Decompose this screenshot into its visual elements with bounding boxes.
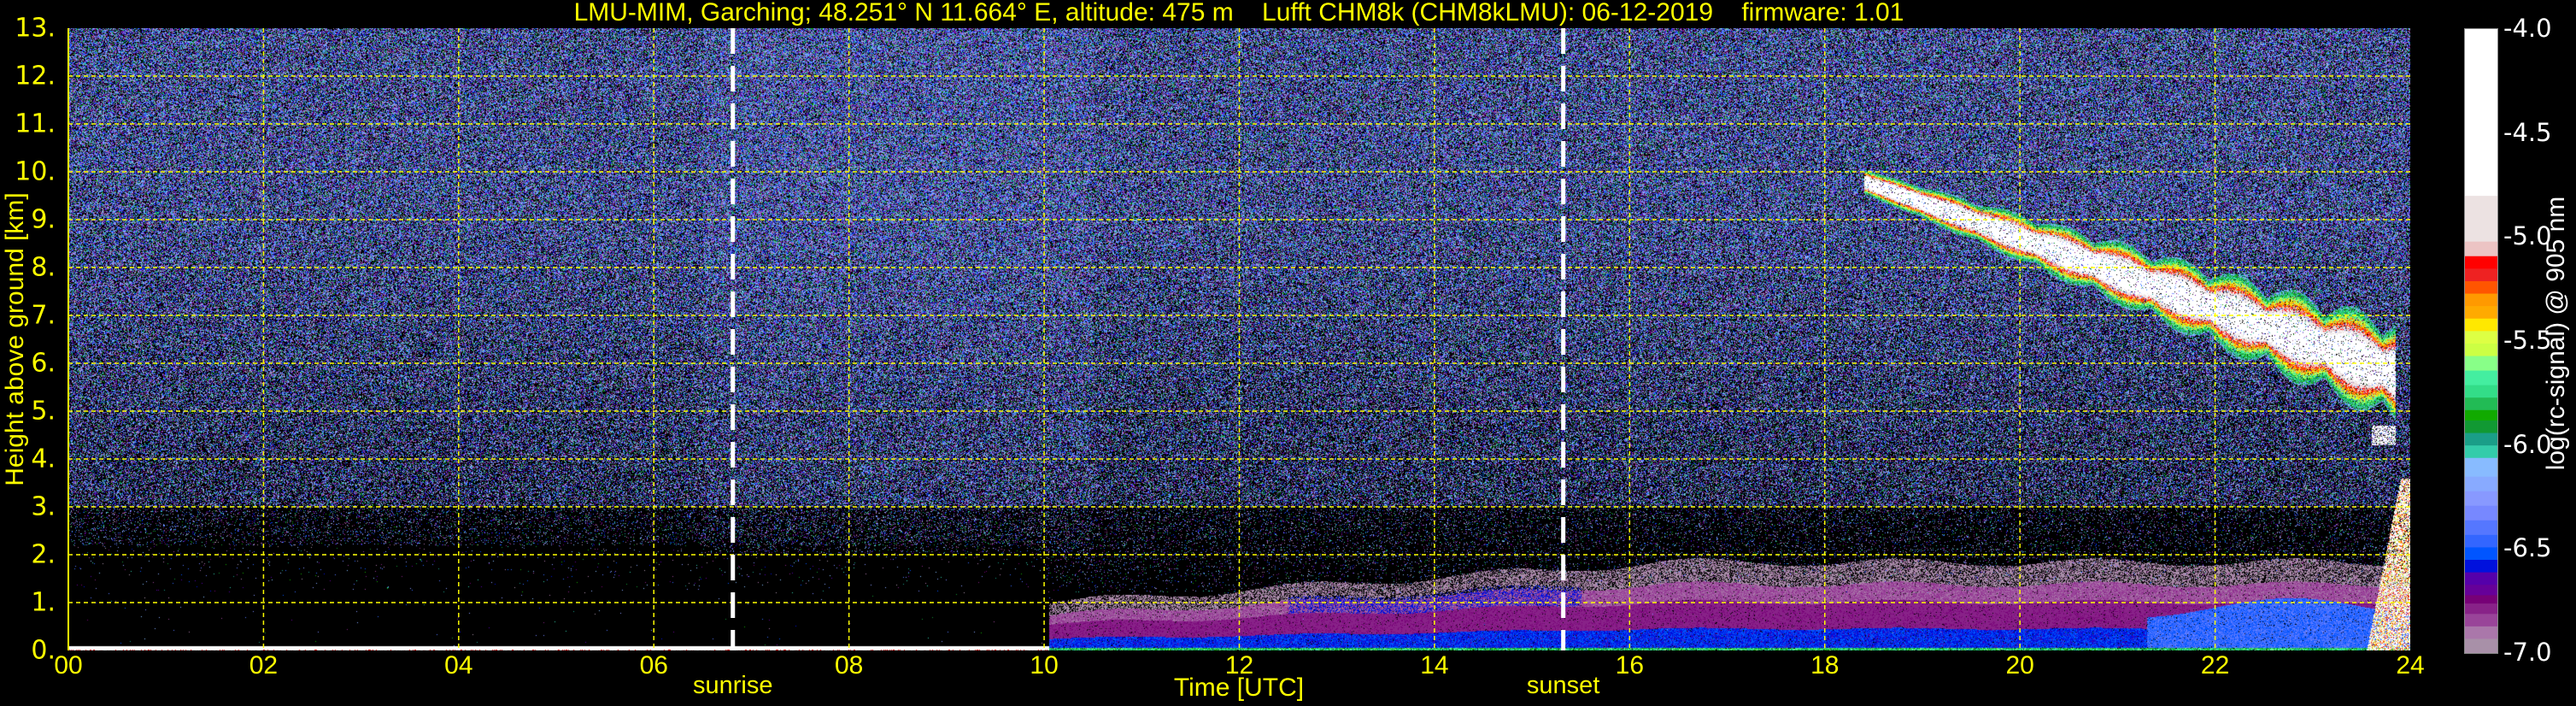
y-tick-label: 7. xyxy=(31,300,56,331)
y-tick-label: 10. xyxy=(15,156,56,187)
colorbar-segment xyxy=(2465,559,2497,573)
colorbar-tick-label: -6.5 xyxy=(2503,533,2552,563)
y-tick-label: 6. xyxy=(31,348,56,379)
y-tick-label: 8. xyxy=(31,252,56,283)
colorbar-segment xyxy=(2465,626,2497,639)
x-tick-label: 18 xyxy=(1810,651,1840,680)
colorbar-segment xyxy=(2465,195,2497,242)
x-tick-label: 00 xyxy=(54,651,83,680)
colorbar-segment xyxy=(2465,420,2497,433)
y-tick-label: 5. xyxy=(31,396,56,427)
x-tick-label: 08 xyxy=(834,651,864,680)
colorbar-tick-label: -4.5 xyxy=(2503,117,2552,147)
colorbar-segment xyxy=(2465,343,2497,356)
colorbar-segment xyxy=(2465,330,2497,344)
colorbar-segment xyxy=(2465,476,2497,491)
colorbar-segment xyxy=(2465,594,2497,604)
x-tick-label: 20 xyxy=(2005,651,2034,680)
colorbar-segment xyxy=(2465,505,2497,521)
y-axis-label: Height above ground [km] xyxy=(1,192,29,486)
x-tick-label: 24 xyxy=(2396,651,2425,680)
colorbar-segment xyxy=(2465,256,2497,269)
x-axis-label: Time [UTC] xyxy=(1173,674,1305,702)
colorbar-segment xyxy=(2465,293,2497,307)
y-tick-label: 11. xyxy=(15,109,56,139)
y-tick-label: 0. xyxy=(31,635,56,666)
x-tick-label: 14 xyxy=(1420,651,1449,680)
colorbar-segment xyxy=(2465,409,2497,421)
sunrise-label: sunrise xyxy=(693,672,773,699)
colorbar-segment xyxy=(2465,432,2497,446)
plot-area xyxy=(67,28,2410,650)
colorbar-segment xyxy=(2465,280,2497,294)
colorbar-segment xyxy=(2465,370,2497,385)
x-tick-label: 02 xyxy=(249,651,279,680)
colorbar-tick-label: -7.0 xyxy=(2503,638,2552,667)
colorbar-label: log(rc-signal) @ 905 nm xyxy=(2542,196,2570,471)
colorbar-segment xyxy=(2465,444,2497,458)
chart-title: LMU-MIM, Garching; 48.251° N 11.664° E, … xyxy=(573,0,1904,26)
x-tick-label: 16 xyxy=(1615,651,1645,680)
y-tick-label: 4. xyxy=(31,444,56,474)
colorbar-segment xyxy=(2465,534,2497,548)
colorbar-segment xyxy=(2465,397,2497,410)
colorbar-segment xyxy=(2465,356,2497,371)
y-tick-label: 1. xyxy=(31,587,56,618)
colorbar-segment xyxy=(2465,305,2497,319)
y-tick-label: 2. xyxy=(31,539,56,570)
colorbar-segment xyxy=(2465,638,2497,653)
colorbar-segment xyxy=(2465,491,2497,506)
x-tick-label: 22 xyxy=(2200,651,2230,680)
y-tick-label: 13. xyxy=(15,13,56,44)
colorbar-segment xyxy=(2465,457,2497,477)
colorbar-tick-label: -4.0 xyxy=(2503,14,2552,43)
colorbar-segment xyxy=(2465,603,2497,615)
colorbar-segment xyxy=(2465,318,2497,332)
colorbar-segment xyxy=(2465,546,2497,560)
colorbar-segment xyxy=(2465,613,2497,627)
y-tick-label: 12. xyxy=(15,61,56,91)
grid-overlay xyxy=(67,28,2410,650)
x-tick-label: 10 xyxy=(1030,651,1059,680)
x-tick-label: 04 xyxy=(444,651,473,680)
y-tick-label: 9. xyxy=(31,204,56,235)
colorbar-segment xyxy=(2465,385,2497,398)
sunset-label: sunset xyxy=(1526,672,1600,699)
x-tick-label: 06 xyxy=(639,651,668,680)
colorbar-segment xyxy=(2465,572,2497,585)
y-tick-label: 3. xyxy=(31,491,56,522)
colorbar-segment xyxy=(2465,584,2497,596)
colorbar xyxy=(2464,28,2498,654)
colorbar-segment xyxy=(2465,520,2497,535)
colorbar-segment xyxy=(2465,241,2497,256)
colorbar-segment xyxy=(2465,268,2497,281)
colorbar-segment xyxy=(2465,29,2497,197)
